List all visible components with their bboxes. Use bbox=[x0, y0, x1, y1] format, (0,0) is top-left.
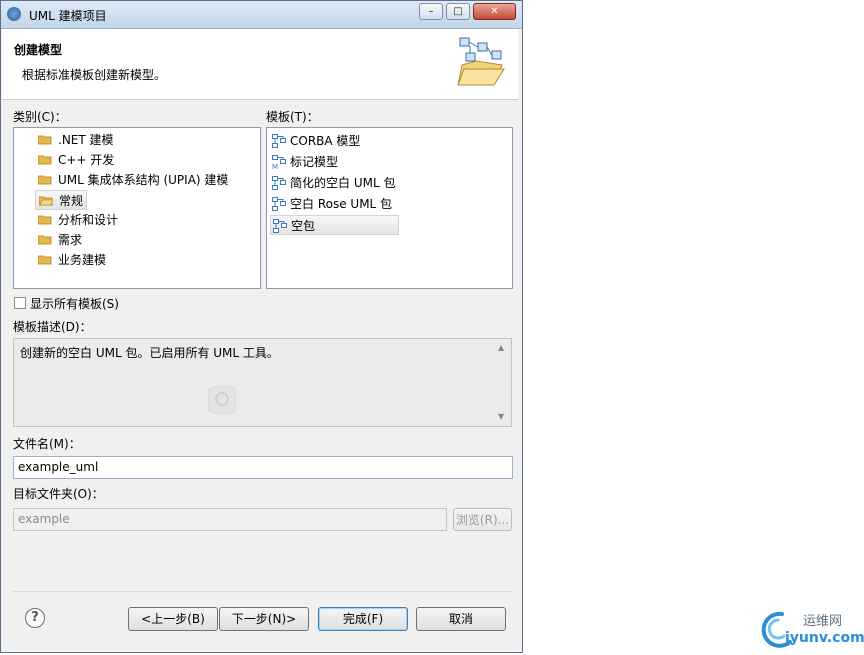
description-scrollbar[interactable]: ▲ ▼ bbox=[494, 339, 511, 426]
template-description-box: 创建新的空白 UML 包。已启用所有 UML 工具。 ▲ ▼ bbox=[13, 338, 512, 427]
template-item-corba[interactable]: CORBA 模型 bbox=[272, 131, 360, 151]
template-item-empty[interactable]: 空包 bbox=[270, 215, 399, 235]
watermark-domain: iyunv.com bbox=[785, 630, 864, 646]
svg-text:M: M bbox=[272, 163, 278, 169]
browse-button[interactable]: 浏览(R)... bbox=[453, 508, 512, 531]
template-item-label: 简化的空白 UML 包 bbox=[290, 176, 396, 190]
next-button[interactable]: 下一步(N)> bbox=[219, 607, 309, 631]
folder-icon bbox=[38, 255, 52, 265]
category-item-analysis[interactable]: 分析和设计 bbox=[38, 210, 118, 230]
new-model-wizard-icon bbox=[457, 37, 505, 86]
categories-list[interactable]: .NET 建模 C++ 开发 UML 集成体系结构 (UPIA) 建模 常规 分… bbox=[13, 127, 261, 289]
title-bar[interactable]: UML 建模项目 – □ ✕ bbox=[1, 1, 522, 29]
folder-icon bbox=[38, 155, 52, 165]
folder-icon bbox=[38, 215, 52, 225]
category-item-label: C++ 开发 bbox=[58, 153, 115, 167]
templates-label: 模板(T)： bbox=[266, 110, 319, 124]
help-icon[interactable]: ? bbox=[25, 608, 45, 628]
template-description-label: 模板描述(D)： bbox=[13, 320, 92, 334]
template-item-label: CORBA 模型 bbox=[290, 134, 361, 148]
uml-model-icon: M bbox=[272, 155, 286, 169]
category-item-label: 需求 bbox=[58, 233, 83, 247]
uml-project-dialog: UML 建模项目 – □ ✕ 创建模型 根据标准模板创建新模型。 类别(C)： … bbox=[0, 0, 523, 653]
templates-list[interactable]: CORBA 模型 M 标记模型 简化的空白 UML 包 空白 Rose UML 包… bbox=[266, 127, 513, 289]
template-item-marked[interactable]: M 标记模型 bbox=[272, 152, 338, 172]
category-item-label: 常规 bbox=[59, 194, 84, 208]
wizard-header: 创建模型 根据标准模板创建新模型。 bbox=[2, 29, 518, 100]
category-item-cpp[interactable]: C++ 开发 bbox=[38, 150, 114, 170]
footer-divider bbox=[13, 591, 512, 592]
template-item-label: 空包 bbox=[291, 219, 316, 233]
file-name-label: 文件名(M)： bbox=[13, 437, 81, 451]
scroll-up-icon[interactable]: ▲ bbox=[498, 343, 504, 352]
folder-icon bbox=[38, 175, 52, 185]
uml-package-icon bbox=[273, 219, 287, 233]
uml-package-icon bbox=[272, 176, 286, 190]
uml-package-icon bbox=[272, 197, 286, 211]
category-item-business[interactable]: 业务建模 bbox=[38, 250, 106, 270]
app-icon bbox=[7, 7, 21, 21]
cancel-button[interactable]: 取消 bbox=[416, 607, 506, 631]
folder-open-icon bbox=[39, 196, 53, 206]
category-item-dotnet[interactable]: .NET 建模 bbox=[38, 130, 114, 150]
category-item-label: 业务建模 bbox=[58, 253, 107, 267]
template-item-simplified[interactable]: 简化的空白 UML 包 bbox=[272, 173, 395, 193]
model-preview-icon bbox=[208, 386, 236, 414]
scroll-down-icon[interactable]: ▼ bbox=[498, 412, 504, 421]
page-description: 根据标准模板创建新模型。 bbox=[22, 68, 167, 82]
category-item-label: 分析和设计 bbox=[58, 213, 119, 227]
uml-package-icon bbox=[272, 134, 286, 148]
category-item-general[interactable]: 常规 bbox=[35, 190, 88, 210]
category-item-upia[interactable]: UML 集成体系结构 (UPIA) 建模 bbox=[38, 170, 228, 190]
template-description-text: 创建新的空白 UML 包。已启用所有 UML 工具。 bbox=[20, 346, 279, 360]
target-folder-label: 目标文件夹(O)： bbox=[13, 487, 104, 501]
watermark-text: 运维网 bbox=[803, 614, 843, 629]
maximize-button[interactable]: □ bbox=[446, 3, 470, 20]
categories-label: 类别(C)： bbox=[13, 110, 67, 124]
template-item-rose[interactable]: 空白 Rose UML 包 bbox=[272, 194, 392, 214]
folder-icon bbox=[38, 235, 52, 245]
finish-button[interactable]: 完成(F) bbox=[318, 607, 408, 631]
window-title: UML 建模项目 bbox=[29, 9, 107, 23]
page-title: 创建模型 bbox=[14, 43, 63, 57]
category-item-requirements[interactable]: 需求 bbox=[38, 230, 82, 250]
template-item-label: 标记模型 bbox=[290, 155, 339, 169]
show-all-templates-checkbox[interactable] bbox=[14, 297, 26, 309]
file-name-input[interactable]: example_uml bbox=[13, 456, 513, 479]
show-all-templates-label[interactable]: 显示所有模板(S) bbox=[30, 295, 119, 312]
target-folder-input[interactable]: example bbox=[13, 508, 447, 531]
back-button[interactable]: <上一步(B) bbox=[128, 607, 218, 631]
minimize-button[interactable]: – bbox=[419, 3, 443, 20]
category-item-label: .NET 建模 bbox=[58, 133, 114, 147]
template-item-label: 空白 Rose UML 包 bbox=[290, 197, 393, 211]
close-button[interactable]: ✕ bbox=[473, 3, 516, 20]
category-item-label: UML 集成体系结构 (UPIA) 建模 bbox=[58, 173, 229, 187]
folder-icon bbox=[38, 135, 52, 145]
